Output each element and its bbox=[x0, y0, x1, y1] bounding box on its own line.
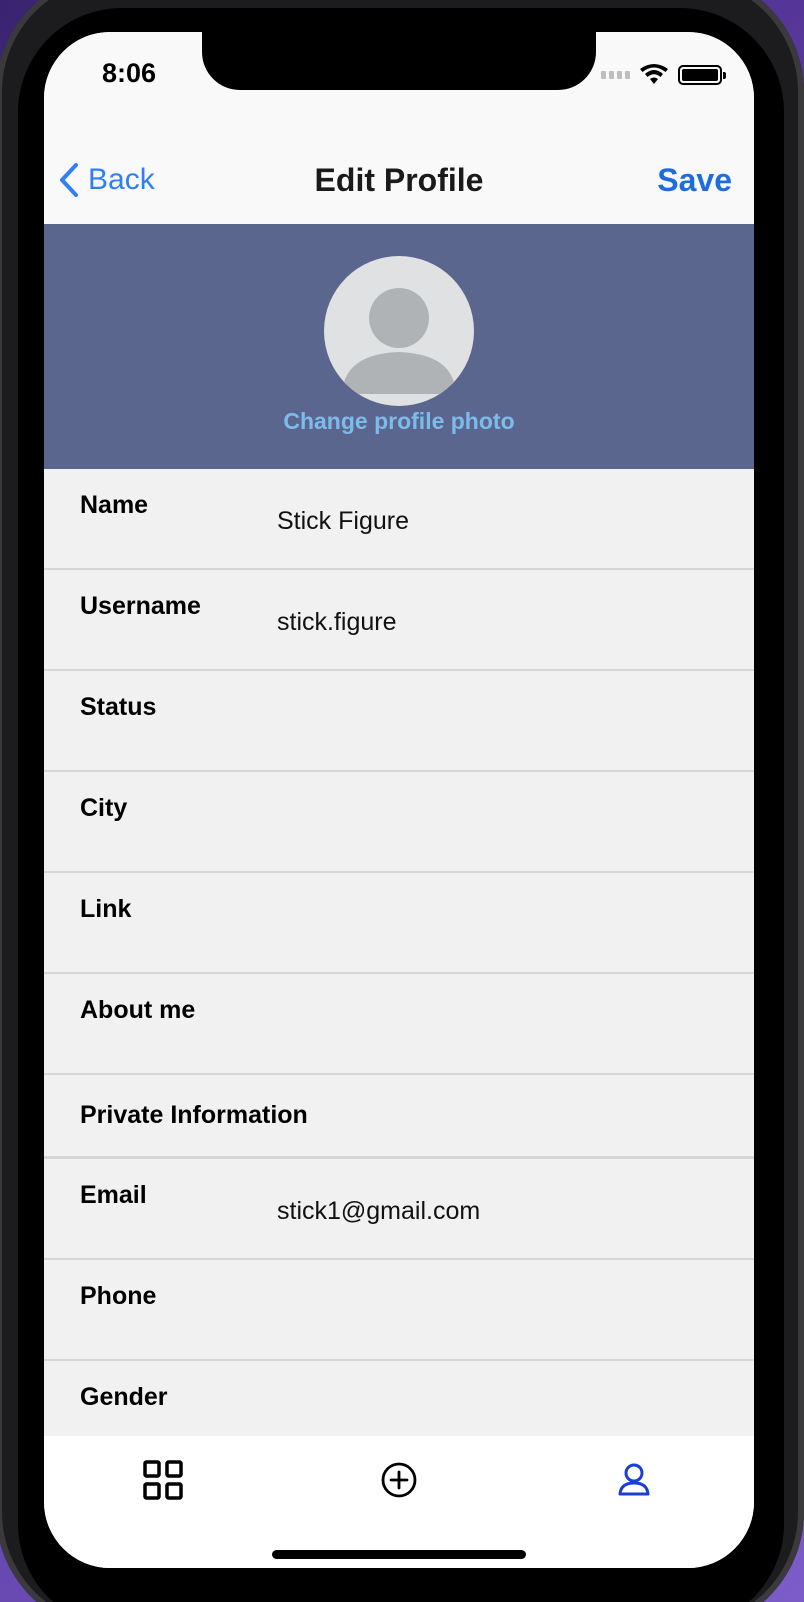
field-label: Status bbox=[80, 693, 157, 721]
battery-icon bbox=[678, 65, 726, 85]
status-field[interactable]: Status bbox=[44, 671, 754, 772]
tab-feed[interactable] bbox=[141, 1458, 185, 1502]
notch bbox=[202, 32, 596, 90]
field-label: Name bbox=[80, 491, 149, 519]
field-label: About me bbox=[80, 996, 196, 1024]
change-photo-link[interactable]: Change profile photo bbox=[44, 408, 754, 435]
profile-header: Change profile photo bbox=[44, 224, 754, 469]
field-label: Username bbox=[80, 592, 201, 620]
phone-field[interactable]: Phone bbox=[44, 1260, 754, 1361]
about-me-field[interactable]: About me bbox=[44, 974, 754, 1075]
person-placeholder-icon bbox=[342, 288, 456, 394]
email-input[interactable]: stick1@gmail.com bbox=[277, 1197, 480, 1226]
field-label: Phone bbox=[80, 1282, 157, 1310]
field-label: Email bbox=[80, 1181, 147, 1209]
section-title: Private Information bbox=[80, 1101, 308, 1129]
tab-profile[interactable] bbox=[612, 1458, 656, 1502]
email-field[interactable]: Email stick1@gmail.com bbox=[44, 1159, 754, 1260]
name-input[interactable]: Stick Figure bbox=[277, 507, 409, 536]
grid-icon bbox=[143, 1460, 183, 1500]
link-field[interactable]: Link bbox=[44, 873, 754, 974]
screen: 8:06 Back Edit Profile Save Change profi… bbox=[44, 32, 754, 1568]
home-indicator[interactable] bbox=[272, 1550, 526, 1559]
field-label: City bbox=[80, 794, 128, 822]
save-button[interactable]: Save bbox=[657, 162, 732, 199]
username-input[interactable]: stick.figure bbox=[277, 608, 396, 637]
tab-add[interactable] bbox=[377, 1458, 421, 1502]
avatar[interactable] bbox=[324, 256, 474, 406]
name-field[interactable]: Name Stick Figure bbox=[44, 469, 754, 570]
cellular-signal-icon bbox=[601, 71, 630, 79]
status-time: 8:06 bbox=[102, 58, 157, 88]
person-icon bbox=[618, 1463, 650, 1496]
field-label: Link bbox=[80, 895, 132, 923]
page-title: Edit Profile bbox=[314, 162, 484, 198]
profile-form: Name Stick Figure Username stick.figure … bbox=[44, 469, 754, 1462]
plus-circle-icon bbox=[381, 1462, 417, 1498]
private-information-header: Private Information bbox=[44, 1075, 754, 1159]
status-icons bbox=[601, 64, 726, 86]
wifi-icon bbox=[640, 64, 668, 84]
city-field[interactable]: City bbox=[44, 772, 754, 873]
navigation-bar: Back Edit Profile Save bbox=[44, 126, 754, 224]
tab-bar bbox=[44, 1436, 754, 1568]
field-label: Gender bbox=[80, 1383, 168, 1411]
username-field[interactable]: Username stick.figure bbox=[44, 570, 754, 671]
